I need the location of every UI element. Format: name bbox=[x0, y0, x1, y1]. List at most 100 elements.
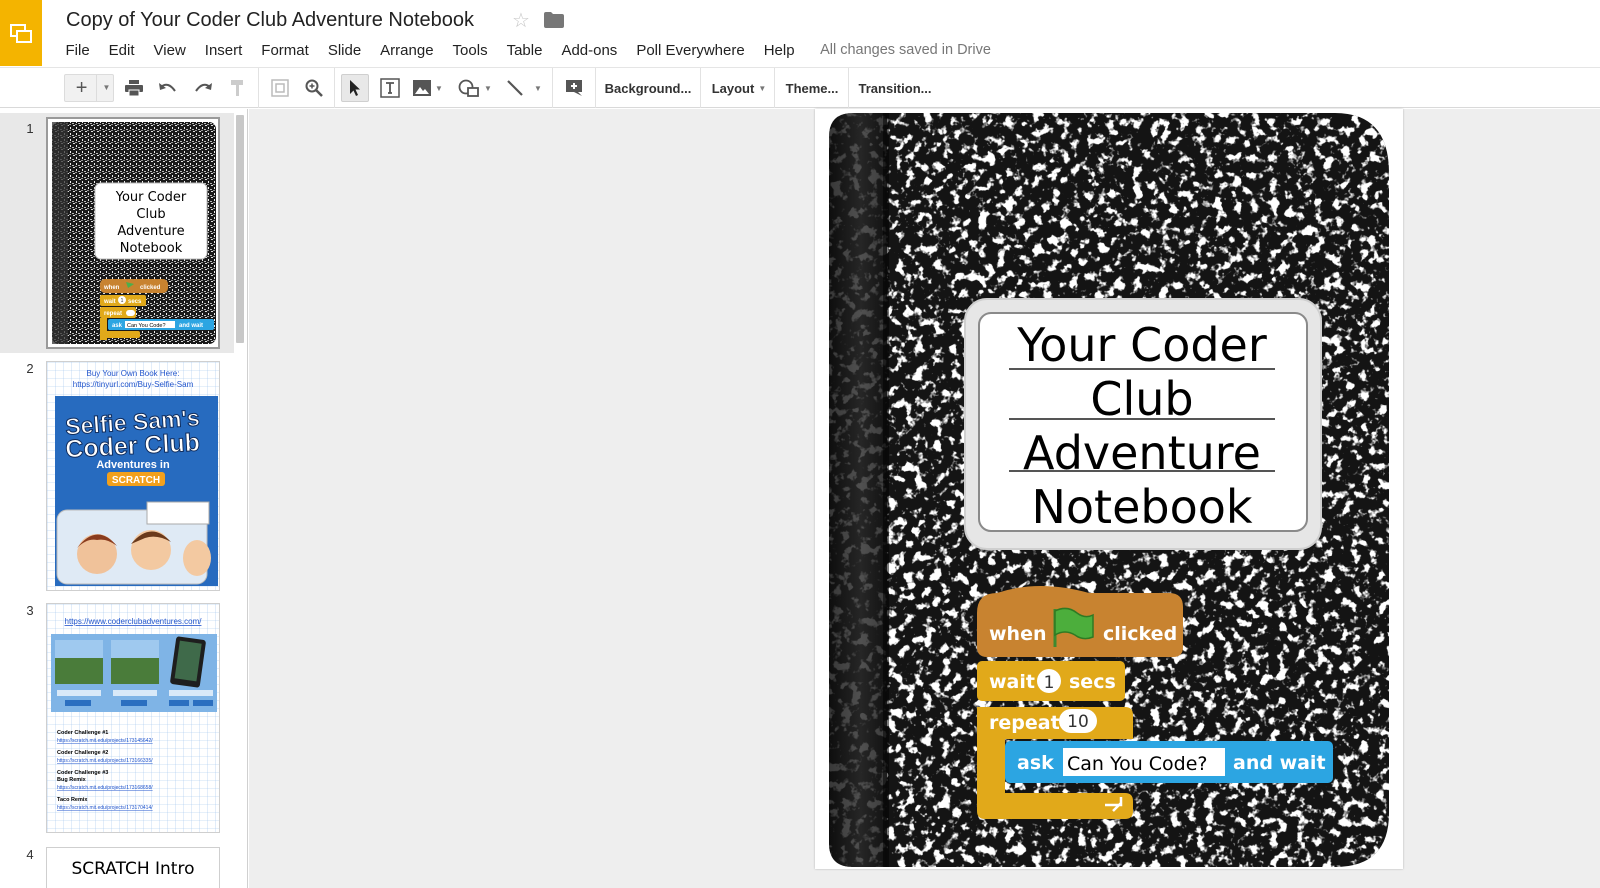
svg-text:secs: secs bbox=[128, 299, 142, 305]
block-when: when bbox=[989, 623, 1047, 645]
slide-thumbnail[interactable]: https://www.coderclubadventures.com/ Cod… bbox=[46, 603, 220, 833]
svg-text:and wait: and wait bbox=[179, 323, 203, 329]
slide-thumbnail[interactable]: Your Coder Club Adventure Notebook when … bbox=[46, 117, 220, 349]
slide-canvas[interactable]: Your Coder Club Adventure Notebook when … bbox=[249, 109, 1600, 888]
chevron-down-icon: ▼ bbox=[435, 83, 443, 93]
svg-text:repeat: repeat bbox=[104, 311, 122, 317]
block-clicked: clicked bbox=[1103, 623, 1177, 645]
theme-button[interactable]: Theme... bbox=[780, 74, 844, 102]
challenge-3-subtitle: Bug Remix bbox=[57, 777, 87, 783]
transition-button[interactable]: Transition... bbox=[854, 74, 936, 102]
filmstrip-slide-4[interactable]: 4 SCRATCH Intro bbox=[0, 843, 234, 888]
slide-number: 2 bbox=[26, 361, 34, 376]
undo-icon[interactable] bbox=[154, 74, 182, 102]
toolbar: + ▼ ▼ ▼ ▼ Background... Layout ▼ Theme..… bbox=[0, 67, 1600, 108]
chevron-down-icon[interactable]: ▼ bbox=[95, 75, 110, 101]
book-title-line4: SCRATCH bbox=[112, 475, 160, 486]
toolbar-separator bbox=[774, 68, 775, 108]
svg-text:ask: ask bbox=[112, 323, 123, 329]
filmstrip-slide-1[interactable]: 1 Your Coder Club Adventure Notebook whe… bbox=[0, 113, 234, 353]
slide-number: 3 bbox=[26, 603, 34, 618]
menu-help[interactable]: Help bbox=[754, 42, 804, 59]
current-slide[interactable]: Your Coder Club Adventure Notebook when … bbox=[815, 109, 1403, 869]
svg-text:Notebook: Notebook bbox=[120, 241, 183, 256]
menu-addons[interactable]: Add-ons bbox=[552, 42, 627, 59]
zoom-icon[interactable] bbox=[300, 74, 328, 102]
text-box-icon[interactable] bbox=[376, 74, 404, 102]
challenge-3-link[interactable]: https://scratch.mit.edu/projects/1731686… bbox=[57, 785, 153, 791]
svg-text:when: when bbox=[103, 285, 120, 291]
filmstrip-slide-2[interactable]: 2 Buy Your Own Book Here: https://tinyur… bbox=[0, 359, 234, 595]
menu-poll-everywhere[interactable]: Poll Everywhere bbox=[627, 42, 754, 59]
background-button[interactable]: Background... bbox=[600, 74, 696, 102]
svg-text:Your Coder: Your Coder bbox=[115, 190, 187, 205]
label-line-1: Your Coder bbox=[1016, 318, 1267, 372]
toolbar-separator bbox=[700, 68, 701, 108]
save-status[interactable]: All changes saved in Drive bbox=[820, 42, 991, 58]
toolbar-separator bbox=[595, 68, 596, 108]
challenge-3-title: Coder Challenge #3 bbox=[57, 770, 108, 776]
shape-icon[interactable]: ▼ bbox=[455, 74, 495, 102]
zoom-fit-icon[interactable] bbox=[266, 74, 294, 102]
paint-format-icon[interactable] bbox=[224, 74, 252, 102]
svg-text:Can You Code?: Can You Code? bbox=[127, 323, 166, 329]
challenge-2-link[interactable]: https://scratch.mit.edu/projects/1731663… bbox=[57, 758, 153, 764]
challenge-4-link[interactable]: https://scratch.mit.edu/projects/1731704… bbox=[57, 805, 153, 811]
book-link-line1: Buy Your Own Book Here: bbox=[87, 369, 180, 378]
filmstrip-scrollbar[interactable] bbox=[236, 115, 244, 343]
chevron-down-icon: ▼ bbox=[758, 83, 767, 93]
menu-tools[interactable]: Tools bbox=[443, 42, 497, 59]
svg-text:Club: Club bbox=[136, 207, 165, 222]
menu-format[interactable]: Format bbox=[252, 42, 319, 59]
menu-edit[interactable]: Edit bbox=[99, 42, 144, 59]
label-line-4: Notebook bbox=[1031, 480, 1252, 534]
slide-4-title: SCRATCH Intro bbox=[71, 859, 194, 879]
slides-logo-icon[interactable] bbox=[0, 0, 42, 66]
book-link-line2[interactable]: https://tinyurl.com/Buy-Selfie-Sam bbox=[73, 380, 194, 389]
slide-filmstrip[interactable]: 1 Your Coder Club Adventure Notebook whe… bbox=[0, 109, 248, 888]
menu-file[interactable]: File bbox=[56, 42, 99, 59]
select-cursor-icon[interactable] bbox=[341, 74, 369, 102]
svg-text:Adventure: Adventure bbox=[117, 224, 184, 239]
toolbar-separator bbox=[848, 68, 849, 108]
toolbar-separator bbox=[552, 68, 553, 108]
menu-slide[interactable]: Slide bbox=[318, 42, 370, 59]
menu-arrange[interactable]: Arrange bbox=[371, 42, 443, 59]
menu-insert[interactable]: Insert bbox=[195, 42, 252, 59]
menu-table[interactable]: Table bbox=[497, 42, 552, 59]
comment-add-icon[interactable] bbox=[560, 74, 588, 102]
site-link[interactable]: https://www.coderclubadventures.com/ bbox=[65, 617, 203, 626]
background-label: Background... bbox=[604, 80, 692, 96]
block-and-wait: and wait bbox=[1233, 752, 1326, 774]
book-title-line3: Adventures in bbox=[96, 459, 170, 471]
image-icon[interactable]: ▼ bbox=[410, 74, 446, 102]
redo-icon[interactable] bbox=[189, 74, 217, 102]
toolbar-separator bbox=[258, 68, 259, 108]
document-title[interactable]: Copy of Your Coder Club Adventure Notebo… bbox=[66, 9, 474, 32]
plus-icon: + bbox=[75, 76, 88, 99]
challenge-1-title: Coder Challenge #1 bbox=[57, 730, 108, 736]
chevron-down-icon: ▼ bbox=[534, 83, 542, 93]
new-slide-button[interactable]: + ▼ bbox=[64, 74, 114, 102]
folder-icon[interactable] bbox=[544, 12, 564, 33]
filmstrip-slide-3[interactable]: 3 https://www.coderclubadventures.com/ C… bbox=[0, 601, 234, 837]
label-line-3: Adventure bbox=[1023, 426, 1261, 480]
challenge-2-title: Coder Challenge #2 bbox=[57, 750, 108, 756]
block-repeat-value: 10 bbox=[1067, 712, 1089, 732]
slide-number: 1 bbox=[26, 121, 34, 136]
star-icon[interactable]: ☆ bbox=[512, 8, 530, 33]
theme-label: Theme... bbox=[785, 80, 839, 96]
block-secs: secs bbox=[1069, 671, 1116, 693]
menu-bar: File Edit View Insert Format Slide Arran… bbox=[56, 40, 991, 60]
challenge-1-link[interactable]: https://scratch.mit.edu/projects/1731456… bbox=[57, 738, 153, 744]
slide-thumbnail[interactable]: Buy Your Own Book Here: https://tinyurl.… bbox=[46, 361, 220, 591]
block-repeat: repeat bbox=[989, 712, 1060, 734]
line-icon[interactable]: ▼ bbox=[504, 74, 544, 102]
svg-text:wait: wait bbox=[103, 299, 116, 305]
slide-thumbnail[interactable]: SCRATCH Intro bbox=[46, 847, 220, 888]
notebook-label: Your Coder Club Adventure Notebook bbox=[964, 298, 1322, 550]
layout-button[interactable]: Layout ▼ bbox=[706, 74, 772, 102]
menu-view[interactable]: View bbox=[144, 42, 195, 59]
print-icon[interactable] bbox=[120, 74, 148, 102]
block-ask: ask bbox=[1017, 752, 1054, 774]
